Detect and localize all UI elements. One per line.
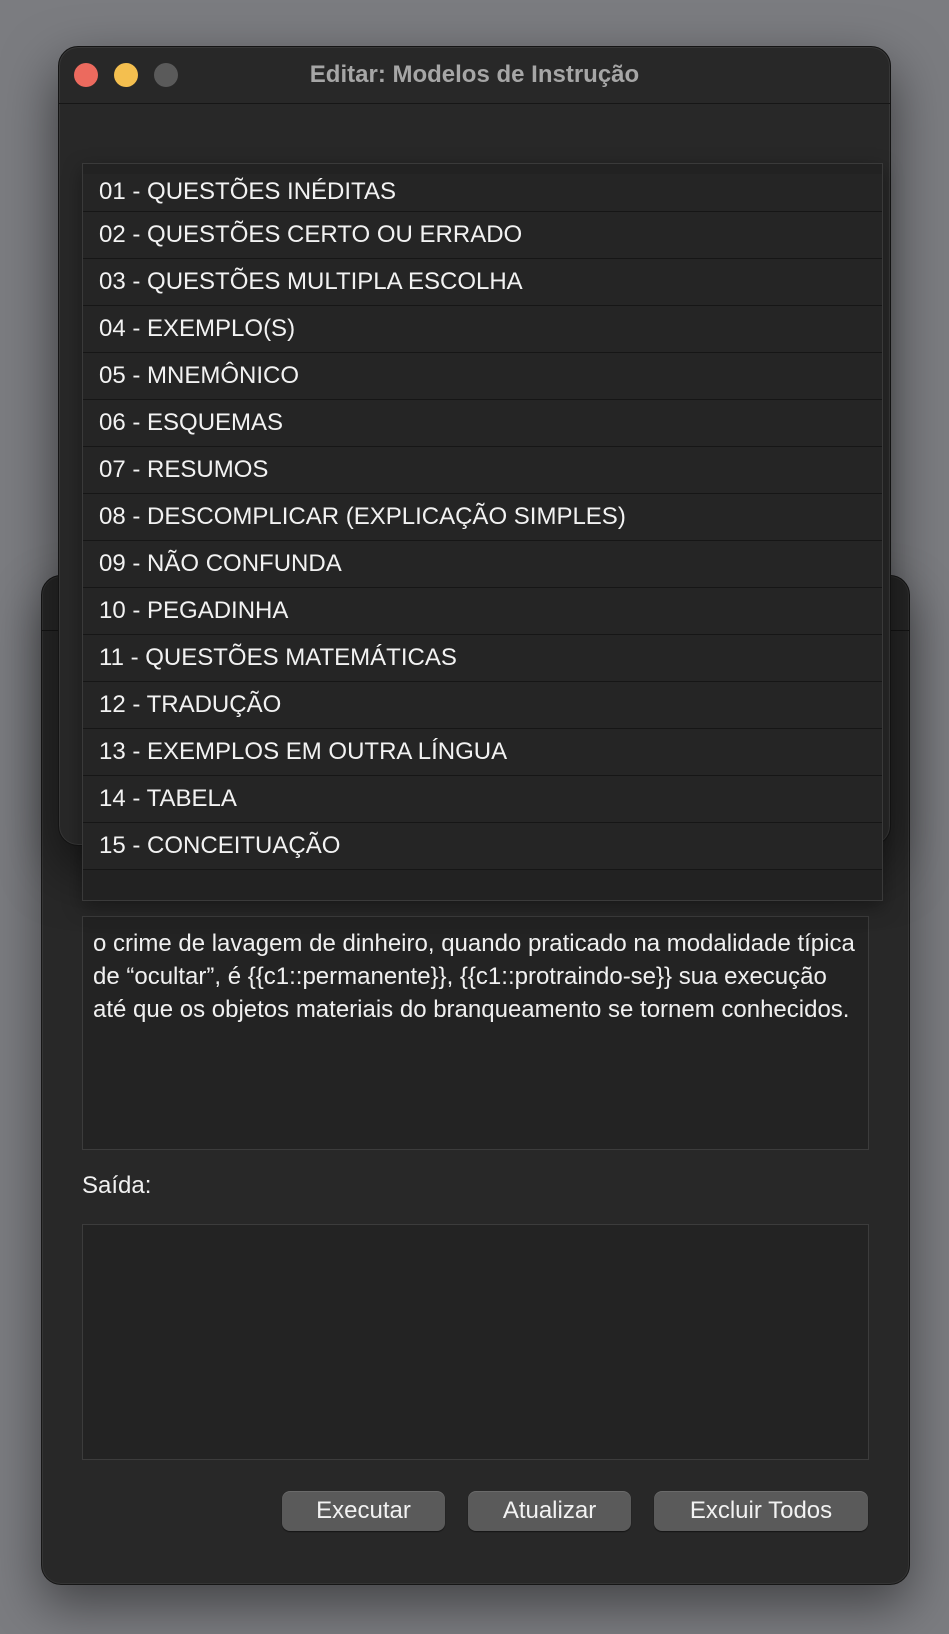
list-item[interactable]: 07 - RESUMOS	[83, 447, 882, 494]
delete-all-button[interactable]: Excluir Todos	[654, 1491, 868, 1531]
input-textarea[interactable]: o crime de lavagem de dinheiro, quando p…	[82, 916, 869, 1150]
list-item[interactable]: 04 - EXEMPLO(S)	[83, 306, 882, 353]
list-item[interactable]: 03 - QUESTÕES MULTIPLA ESCOLHA	[83, 259, 882, 306]
list-item[interactable]: 10 - PEGADINHA	[83, 588, 882, 635]
window-titlebar[interactable]: Editar: Modelos de Instrução	[59, 47, 890, 104]
list-item[interactable]: 06 - ESQUEMAS	[83, 400, 882, 447]
list-item[interactable]: 09 - NÃO CONFUNDA	[83, 541, 882, 588]
window-title: Editar: Modelos de Instrução	[309, 61, 640, 88]
list-item[interactable]: 08 - DESCOMPLICAR (EXPLICAÇÃO SIMPLES)	[83, 494, 882, 541]
list-item[interactable]: 05 - MNEMÔNICO	[83, 353, 882, 400]
list-item[interactable]: 15 - CONCEITUAÇÃO	[83, 823, 882, 870]
output-label: Saída:	[82, 1172, 152, 1199]
list-item[interactable]: 12 - TRADUÇÃO	[83, 682, 882, 729]
update-button[interactable]: Atualizar	[468, 1491, 631, 1531]
list-item[interactable]: 13 - EXEMPLOS EM OUTRA LÍNGUA	[83, 729, 882, 776]
list-item[interactable]: 01 - QUESTÕES INÉDITAS	[83, 174, 882, 212]
output-textarea[interactable]	[82, 1224, 869, 1460]
template-list[interactable]: 01 - QUESTÕES INÉDITAS 02 - QUESTÕES CER…	[82, 163, 883, 901]
list-item[interactable]: 02 - QUESTÕES CERTO OU ERRADO	[83, 212, 882, 259]
list-item[interactable]: 11 - QUESTÕES MATEMÁTICAS	[83, 635, 882, 682]
list-item[interactable]: 14 - TABELA	[83, 776, 882, 823]
run-button[interactable]: Executar	[282, 1491, 445, 1531]
